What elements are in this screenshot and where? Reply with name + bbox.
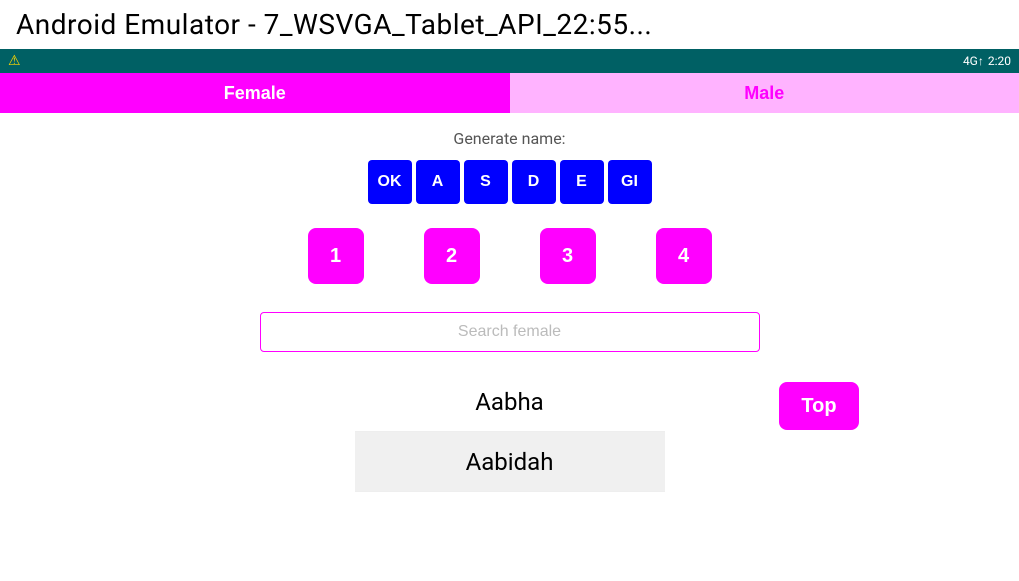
number-btn-2[interactable]: 2 bbox=[424, 228, 480, 284]
search-input[interactable] bbox=[260, 312, 760, 352]
list-item[interactable]: Aabidah bbox=[355, 432, 665, 492]
status-bar: ⚠ 4G↑ 2:20 bbox=[0, 49, 1019, 73]
list-item[interactable]: Aabha bbox=[355, 372, 665, 432]
letter-btn-e[interactable]: E bbox=[560, 160, 604, 204]
generate-label-row: Generate name: bbox=[0, 129, 1019, 148]
letter-btn-s[interactable]: S bbox=[464, 160, 508, 204]
main-content: Generate name: OKASDEGI 1 2 3 4 AabhaAabida… bbox=[0, 113, 1019, 492]
number-btn-1[interactable]: 1 bbox=[308, 228, 364, 284]
tab-male[interactable]: Male bbox=[510, 73, 1019, 113]
title-bar: Android Emulator - 7_WSVGA_Tablet_API_22… bbox=[0, 0, 1019, 49]
top-button[interactable]: Top bbox=[779, 382, 859, 430]
letter-btn-gi[interactable]: GI bbox=[608, 160, 652, 204]
list-area: AabhaAabidah Top bbox=[0, 372, 1019, 492]
tab-female[interactable]: Female bbox=[0, 73, 510, 113]
warning-icon: ⚠ bbox=[8, 53, 21, 69]
generate-label: Generate name: bbox=[453, 129, 565, 148]
tab-bar: Female Male bbox=[0, 73, 1019, 113]
time-text: 2:20 bbox=[988, 54, 1011, 68]
name-list: AabhaAabidah bbox=[355, 372, 665, 492]
letter-btn-d[interactable]: D bbox=[512, 160, 556, 204]
window-title: Android Emulator - 7_WSVGA_Tablet_API_22… bbox=[16, 8, 652, 41]
status-right: 4G↑ 2:20 bbox=[963, 54, 1011, 68]
letter-btn-ok[interactable]: OK bbox=[368, 160, 412, 204]
letter-buttons: OKASDEGI bbox=[0, 160, 1019, 204]
signal-text: 4G↑ bbox=[963, 54, 984, 68]
search-row bbox=[0, 312, 1019, 352]
number-btn-4[interactable]: 4 bbox=[656, 228, 712, 284]
number-buttons: 1 2 3 4 bbox=[0, 228, 1019, 284]
number-btn-3[interactable]: 3 bbox=[540, 228, 596, 284]
letter-btn-a[interactable]: A bbox=[416, 160, 460, 204]
